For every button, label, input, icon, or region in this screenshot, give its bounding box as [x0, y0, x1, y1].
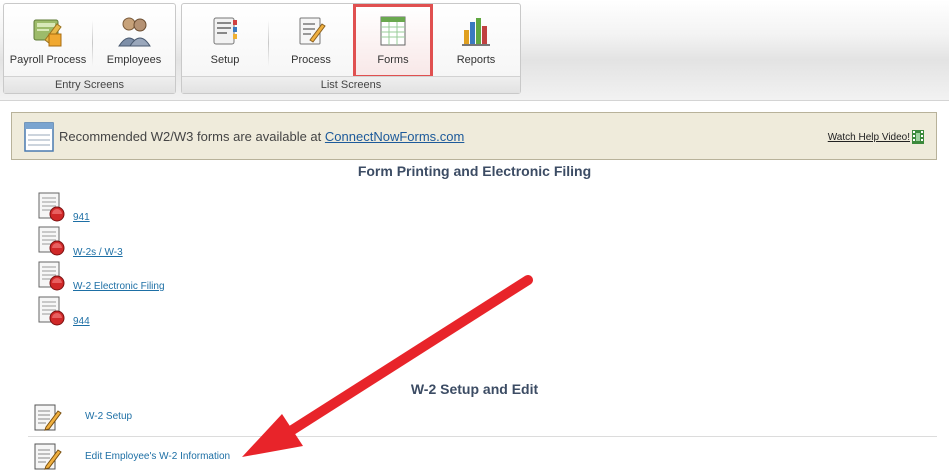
form-item-w2s-w3[interactable]: W-2s / W-3 [38, 226, 123, 261]
setup-label: Setup [210, 54, 240, 66]
form-item-941[interactable]: 941 [38, 192, 90, 227]
row-divider [28, 436, 937, 437]
reports-button[interactable]: Reports [433, 4, 519, 78]
w2-setup-title: W-2 Setup and Edit [410, 381, 539, 397]
edit-document-icon [34, 443, 62, 470]
employees-icon [118, 17, 151, 47]
forms-label: Forms [377, 54, 409, 66]
form-document-icon [24, 122, 54, 152]
film-strip-icon[interactable] [912, 130, 924, 144]
setup-icon [213, 17, 237, 45]
employees-label: Employees [106, 54, 162, 66]
reports-label: Reports [456, 54, 496, 66]
form-link-944[interactable]: 944 [73, 316, 90, 327]
process-icon [299, 17, 326, 45]
list-screens-group: Setup Process Forms Reports List Screens [181, 3, 521, 94]
watch-help-video-link[interactable]: Watch Help Video! [828, 132, 910, 143]
w2-setup-link[interactable]: W-2 Setup [85, 411, 132, 422]
payroll-process-button[interactable]: Payroll Process [4, 4, 92, 78]
process-label: Process [291, 54, 331, 66]
forms-button[interactable]: Forms [353, 4, 433, 78]
form-print-icon [38, 261, 65, 291]
w2-setup-row[interactable]: W-2 Setup [28, 400, 937, 434]
notice-text: Recommended W2/W3 forms are available at [59, 129, 322, 144]
w2-forms-notice: Recommended W2/W3 forms are available at… [11, 112, 937, 160]
setup-button[interactable]: Setup [182, 4, 268, 78]
entry-screens-group: Payroll Process Employees Entry Screens [3, 3, 176, 94]
form-link-941[interactable]: 941 [73, 212, 90, 223]
process-button[interactable]: Process [269, 4, 353, 78]
form-print-icon [38, 192, 65, 222]
form-item-944[interactable]: 944 [38, 296, 90, 331]
form-link-w2s-w3[interactable]: W-2s / W-3 [73, 247, 123, 258]
form-print-icon [38, 226, 65, 256]
ribbon-toolbar: Payroll Process Employees Entry Screens [0, 0, 949, 101]
entry-screens-label: Entry Screens [4, 76, 175, 93]
employees-button[interactable]: Employees [93, 4, 175, 78]
forms-icon [380, 16, 406, 46]
edit-employee-w2-link[interactable]: Edit Employee's W-2 Information [85, 451, 230, 462]
payroll-process-label: Payroll Process [9, 54, 87, 66]
form-printing-title: Form Printing and Electronic Filing [357, 163, 592, 179]
form-item-w2-electronic-filing[interactable]: W-2 Electronic Filing [38, 261, 165, 296]
edit-employee-w2-row[interactable]: Edit Employee's W-2 Information [28, 440, 937, 474]
form-link-w2-electronic-filing[interactable]: W-2 Electronic Filing [73, 281, 165, 292]
payroll-process-icon [33, 19, 62, 47]
reports-icon [462, 18, 490, 46]
list-screens-label: List Screens [182, 76, 520, 93]
notice-text-container: Recommended W2/W3 forms are available at… [59, 129, 464, 144]
connectnowforms-link[interactable]: ConnectNowForms.com [325, 129, 464, 144]
form-print-icon [38, 296, 65, 326]
edit-document-icon [34, 404, 62, 431]
